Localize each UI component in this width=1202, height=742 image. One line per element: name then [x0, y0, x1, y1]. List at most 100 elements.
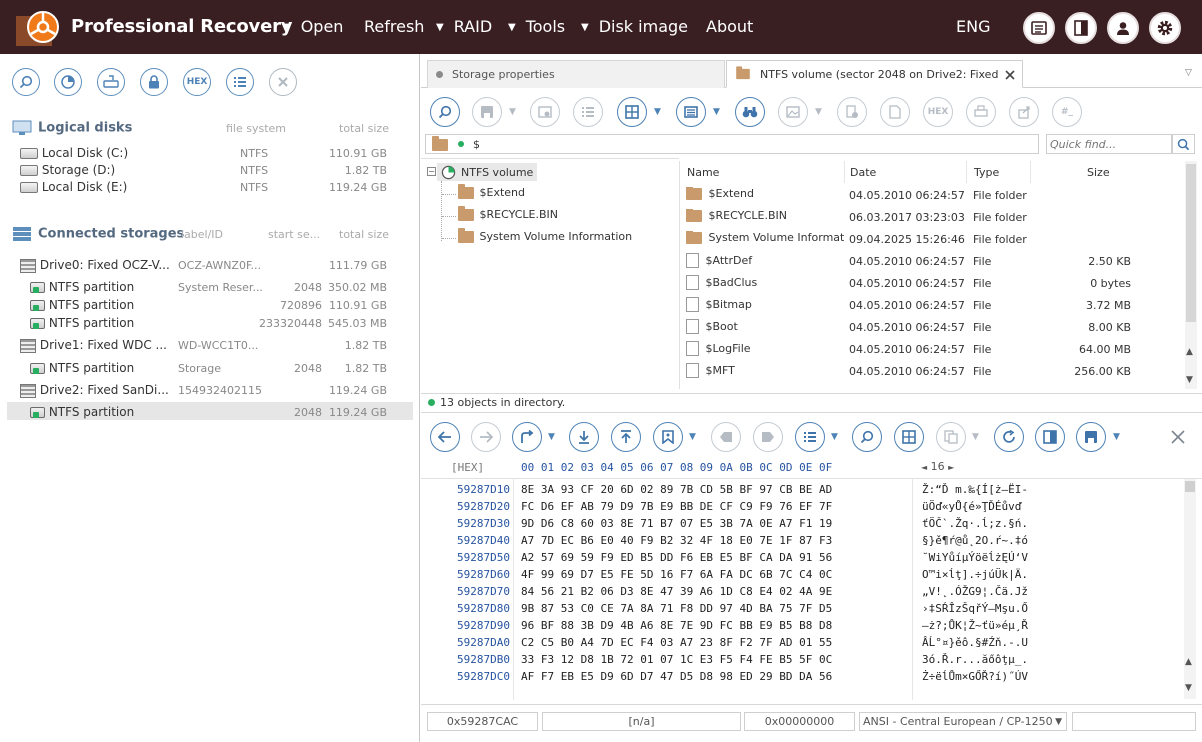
template-dropdown-icon[interactable]: ▼	[831, 432, 838, 442]
file-copy-button[interactable]	[880, 97, 910, 127]
view-mode-button[interactable]	[617, 97, 647, 127]
find-button[interactable]	[1172, 134, 1195, 154]
preview-dropdown-icon[interactable]: ▼	[815, 107, 822, 117]
hex-ascii[interactable]: ÂĹ°¤}ěô.§#Źň.-.U	[922, 636, 1028, 649]
file-row[interactable]: $AttrDef 04.05.2010 06:24:57 File 2.50 KB	[680, 251, 1185, 271]
file-settings-button[interactable]	[837, 97, 867, 127]
prev-bookmark-button[interactable]	[711, 422, 741, 452]
file-row[interactable]: System Volume Information09.04.2025 15:2…	[680, 229, 1185, 249]
tab-ntfs-volume[interactable]: NTFS volume (sector 2048 on Drive2: Fixe…	[726, 60, 1023, 88]
hex-bytes[interactable]: 9B 87 53 C0 CE 7A 8A 71 F8 DD 97 4D BA 7…	[521, 602, 832, 615]
log-button[interactable]	[1023, 12, 1055, 44]
storage-drive-item[interactable]: Drive1: Fixed WDC ...	[20, 338, 167, 353]
hex-ascii[interactable]: ›‡SŔÎzŠqřÝ—Mşu.Ő	[922, 602, 1028, 615]
save-files-button[interactable]	[472, 97, 502, 127]
scrollbar-thumb[interactable]	[1185, 481, 1195, 492]
logical-disk-item[interactable]: Local Disk (E:)	[20, 180, 127, 194]
file-row[interactable]: $Extend 04.05.2010 06:24:57 File folder	[680, 185, 1185, 205]
layout-button[interactable]	[676, 97, 706, 127]
hex-ascii[interactable]: ˘WiYůíµÝöëĺżĘÚ‘V	[922, 551, 1028, 564]
hex-bytes[interactable]: A7 7D EC B6 E0 40 F9 B2 32 4F 18 E0 7E 1…	[521, 534, 832, 547]
decrease-width-icon[interactable]: ◄	[921, 463, 927, 472]
hex-viewer-button[interactable]: HEX	[183, 68, 211, 96]
go-end-button[interactable]	[569, 422, 599, 452]
file-row[interactable]: $MFT 04.05.2010 06:24:57 File 256.00 KB	[680, 361, 1185, 381]
hex-ascii[interactable]: Ž:“Ď m.‰{Í[ż—ËI-	[922, 483, 1028, 496]
hex-bytes[interactable]: 8E 3A 93 CF 20 6D 02 89 7B CD 5B BF 97 C…	[521, 483, 832, 496]
file-row[interactable]: $Bitmap 04.05.2010 06:24:57 File 3.72 MB	[680, 295, 1185, 315]
tree-item[interactable]: $Extend	[458, 184, 525, 199]
menu-refresh[interactable]: Refresh	[364, 17, 424, 36]
hex-bytes[interactable]: A2 57 69 59 F9 ED B5 DD F6 EB E5 BF CA D…	[521, 551, 832, 564]
tree-item[interactable]: $RECYCLE.BIN	[458, 206, 558, 221]
template-button[interactable]	[795, 422, 825, 452]
logical-disk-item[interactable]: Storage (D:)	[20, 163, 115, 177]
tree-root-ntfs-volume[interactable]: NTFS volume	[437, 163, 538, 181]
hex-bytes[interactable]: FC D6 EF AB 79 D9 7B E9 BB DE CF C9 F9 7…	[521, 500, 832, 513]
logical-disk-item[interactable]: Local Disk (C:)	[20, 146, 128, 160]
scan-button[interactable]	[54, 68, 82, 96]
export-button[interactable]	[1009, 97, 1039, 127]
file-row[interactable]: $Boot 04.05.2010 06:24:57 File 8.00 KB	[680, 317, 1185, 337]
file-list-scrollbar[interactable]: ▲ ▼	[1185, 161, 1197, 389]
side-panel-button[interactable]	[1035, 422, 1065, 452]
lock-button[interactable]	[140, 68, 168, 96]
explore-button[interactable]	[12, 68, 40, 96]
bookmark-dropdown-icon[interactable]: ▼	[689, 432, 696, 442]
copy-button[interactable]	[936, 422, 966, 452]
hex-ascii[interactable]: „V!˛.ÓŽG9¦.Čä.Jž	[922, 585, 1028, 598]
copy-dropdown-icon[interactable]: ▼	[972, 432, 979, 442]
quick-find-input[interactable]	[1046, 134, 1172, 154]
hex-save-dropdown-icon[interactable]: ▼	[1113, 432, 1120, 442]
hex-bytes[interactable]: 33 F3 12 D8 1B 72 01 07 1C E3 F5 F4 FE B…	[521, 653, 832, 666]
storage-partition-item[interactable]: NTFS partition	[30, 298, 134, 312]
hex-bytes[interactable]: 84 56 21 B2 06 D3 8E 47 39 A6 1D C8 E4 0…	[521, 585, 832, 598]
tab-storage-properties[interactable]: Storage properties	[427, 60, 725, 88]
storage-drive-item[interactable]: Drive0: Fixed OCZ-V...	[20, 258, 170, 273]
hex-ascii[interactable]: üÖď«yŮ{é»ŢĎÉůvď	[922, 500, 1021, 513]
tab-list-dropdown-icon[interactable]: ▽	[1185, 68, 1192, 78]
preview-button[interactable]	[778, 97, 808, 127]
menu-tools[interactable]: ▼ Tools	[508, 17, 565, 36]
menu-disk-image[interactable]: ▼ Disk image	[581, 17, 688, 36]
settings-button[interactable]	[1149, 12, 1181, 44]
column-type[interactable]: Type	[974, 166, 999, 179]
layout-dropdown-icon[interactable]: ▼	[713, 107, 720, 117]
increase-width-icon[interactable]: ►	[948, 463, 954, 472]
go-to-button[interactable]	[512, 422, 542, 452]
file-row[interactable]: $RECYCLE.BIN 06.03.2017 03:23:03 File fold…	[680, 207, 1185, 227]
hex-bytes[interactable]: AF F7 EB E5 D9 6D D7 47 D5 D8 98 ED 29 B…	[521, 670, 832, 683]
hex-bytes[interactable]: C2 C5 B0 A4 7D EC F4 03 A7 23 8F F2 7F A…	[521, 636, 832, 649]
next-bookmark-button[interactable]	[753, 422, 783, 452]
column-size[interactable]: Size	[1087, 166, 1110, 179]
hex-ascii[interactable]: 3ó.Ř.r...ăőôţµ_.	[922, 653, 1028, 666]
storage-drive-item[interactable]: Drive2: Fixed SanDi...	[20, 383, 169, 398]
hex-ascii[interactable]: ťÖČ`.Žq·.ĺ;z.§ń.	[922, 517, 1028, 530]
menu-about[interactable]: About	[706, 17, 753, 36]
path-bar[interactable]: $	[425, 134, 1039, 154]
language-selector[interactable]: ENG	[956, 17, 990, 36]
menu-raid[interactable]: ▼ RAID	[436, 17, 492, 36]
view-mode-dropdown-icon[interactable]: ▼	[654, 107, 661, 117]
hex-view-button[interactable]: HEX	[923, 97, 953, 127]
menu-open[interactable]: ▼ Open	[283, 17, 343, 36]
hex-bytes[interactable]: 96 BF 88 3B D9 4B A6 8E 7E 9D FC BB E9 B…	[521, 619, 832, 632]
hex-layout-button[interactable]	[894, 422, 924, 452]
hex-bytes[interactable]: 9D D6 C8 60 03 8E 71 B7 07 E5 3B 7A 0E A…	[521, 517, 832, 530]
scan-button[interactable]	[530, 97, 560, 127]
save-dropdown-icon[interactable]: ▼	[509, 107, 516, 117]
reload-button[interactable]	[994, 422, 1024, 452]
column-name[interactable]: Name	[687, 166, 719, 179]
account-button[interactable]	[1107, 12, 1139, 44]
hex-ascii[interactable]: §}ě¶ŕ@ů˛2O.ŕ~.‡ó	[922, 534, 1028, 547]
bookmark-button[interactable]	[653, 422, 683, 452]
hash-button[interactable]: #_	[1052, 97, 1082, 127]
hex-search-button[interactable]	[852, 422, 882, 452]
hex-ascii[interactable]: O™i×ĺţ].÷júÜk|Ä.	[922, 568, 1028, 581]
hex-ascii[interactable]: Ż÷ëĺŮm×GŐŘ?í)˝ÚV	[922, 670, 1028, 683]
close-tab-icon[interactable]	[1005, 70, 1015, 80]
panel-toggle-button[interactable]	[1065, 12, 1097, 44]
tree-item[interactable]: System Volume Information	[458, 228, 632, 243]
storage-partition-item[interactable]: NTFS partition	[30, 405, 134, 419]
hex-scrollbar[interactable]: ▲ ▼	[1184, 479, 1196, 699]
